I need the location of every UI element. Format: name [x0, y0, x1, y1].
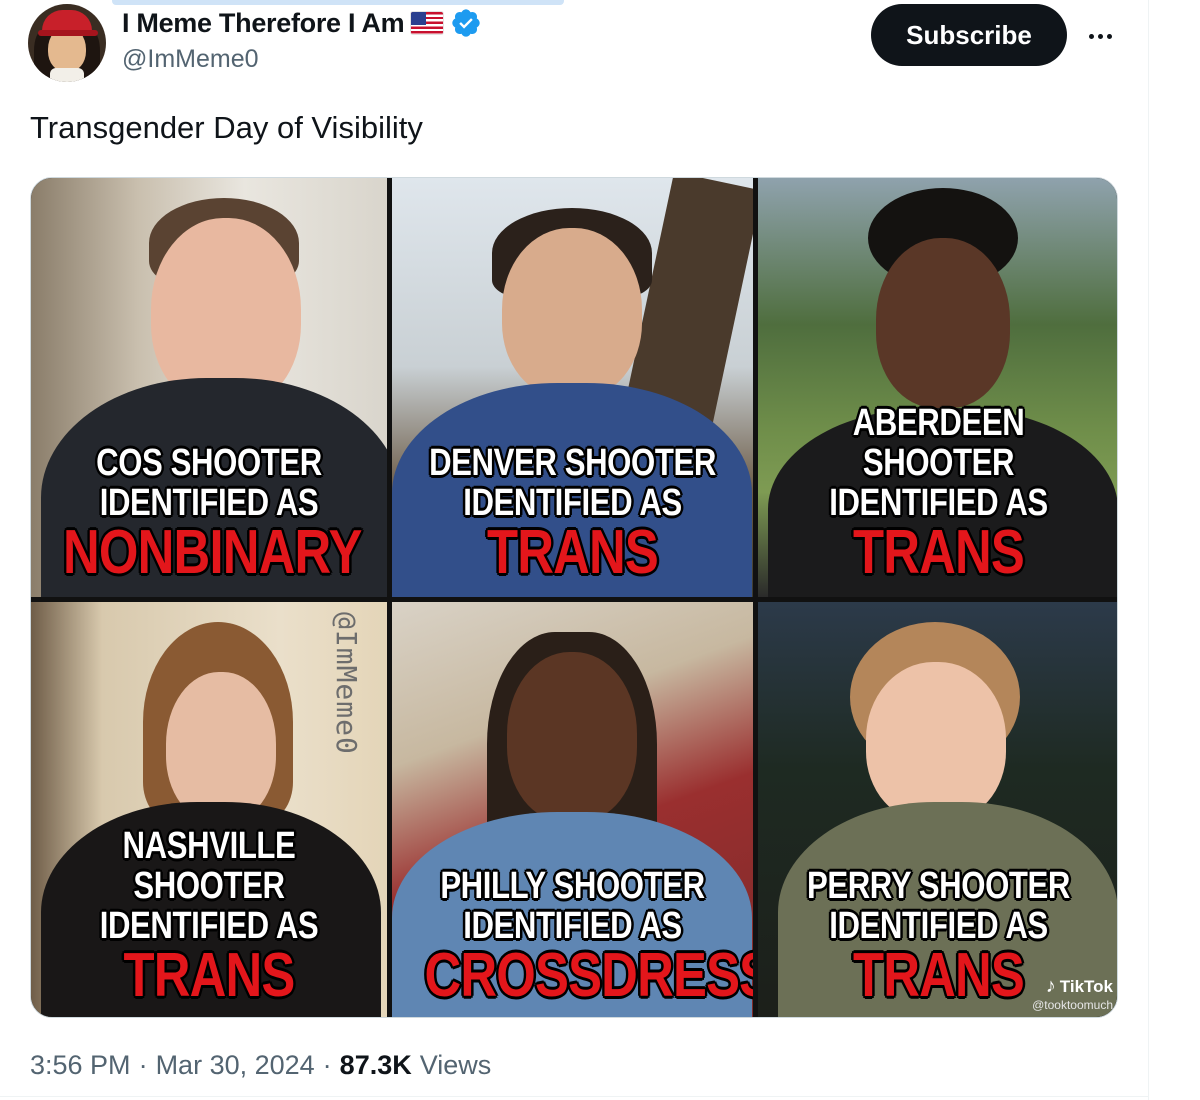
media-panel-perry: PERRY SHOOTER IDENTIFIED AS TRANS ♪ TikTo… — [758, 602, 1117, 1017]
panel-caption: ABERDEEN SHOOTER IDENTIFIED AS TRANS — [829, 402, 1048, 587]
top-scroll-indicator — [112, 0, 564, 5]
more-horizontal-icon[interactable] — [1082, 18, 1118, 54]
tweet-meta: 3:56 PM · Mar 30, 2024 · 87.3K Views — [30, 1050, 491, 1081]
tweet-media-image[interactable]: COS SHOOTER IDENTIFIED AS NONBINARY DENV… — [30, 177, 1118, 1018]
author-handle[interactable]: @ImMeme0 — [122, 45, 259, 74]
tiktok-watermark: ♪ TikTok @tooktoomuch — [1032, 975, 1113, 1012]
meta-separator: · — [138, 1050, 148, 1080]
panel-caption: NASHVILLE SHOOTER IDENTIFIED AS TRANS — [99, 825, 319, 1010]
avatar[interactable] — [28, 4, 106, 82]
panel-caption: DENVER SHOOTER IDENTIFIED AS TRANS — [429, 442, 716, 587]
views-count[interactable]: 87.3K — [340, 1050, 412, 1081]
panel-caption: PHILLY SHOOTER IDENTIFIED AS CROSSDRESSE… — [424, 865, 753, 1010]
media-panel-cos: COS SHOOTER IDENTIFIED AS NONBINARY — [31, 178, 387, 597]
media-panel-denver: DENVER SHOOTER IDENTIFIED AS TRANS — [392, 178, 753, 597]
tweet-time[interactable]: 3:56 PM — [30, 1050, 131, 1081]
author-display-name[interactable]: I Meme Therefore I Am — [122, 8, 405, 39]
panel-caption: COS SHOOTER IDENTIFIED AS NONBINARY — [63, 442, 362, 587]
tweet-text: Transgender Day of Visibility — [30, 110, 423, 145]
verified-badge-icon[interactable] — [450, 7, 482, 39]
meta-separator: · — [322, 1050, 332, 1080]
tiktok-icon: ♪ — [1045, 975, 1056, 997]
media-panel-nashville: NASHVILLE SHOOTER IDENTIFIED AS TRANS — [31, 602, 387, 1017]
author-name-row[interactable]: I Meme Therefore I Am — [122, 6, 482, 40]
tweet-date[interactable]: Mar 30, 2024 — [156, 1050, 315, 1081]
media-panel-philly: PHILLY SHOOTER IDENTIFIED AS CROSSDRESSE… — [392, 602, 753, 1017]
column-divider — [1148, 0, 1149, 1100]
subscribe-button[interactable]: Subscribe — [871, 4, 1067, 66]
views-label: Views — [419, 1050, 492, 1080]
tweet-divider — [0, 1096, 1148, 1097]
us-flag-icon — [410, 11, 445, 35]
media-panel-aberdeen: ABERDEEN SHOOTER IDENTIFIED AS TRANS — [758, 178, 1117, 597]
